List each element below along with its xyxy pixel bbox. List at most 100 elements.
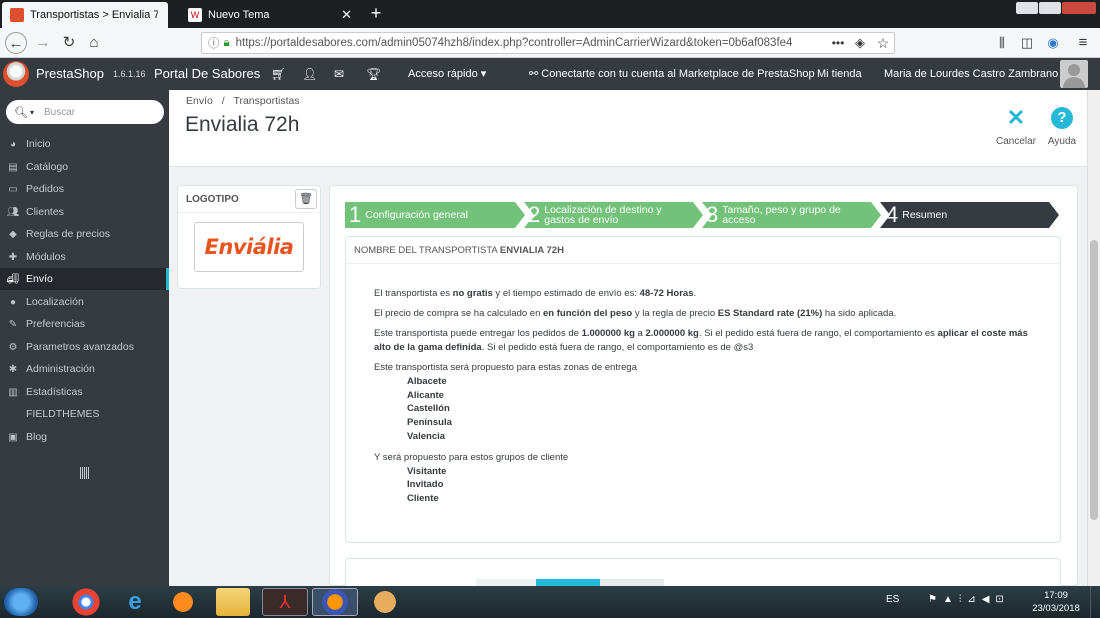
delete-logo-button[interactable]: 🗑︎ — [295, 189, 317, 209]
tag-icon: ◆ — [9, 228, 17, 240]
brand-name: PrestaShop — [36, 66, 104, 81]
reload-icon[interactable]: ↻ — [58, 32, 80, 54]
cogs-icon: ⚙ — [8, 341, 18, 353]
ie-taskbar-icon[interactable]: e — [115, 588, 155, 616]
prestashop-favicon-icon — [10, 8, 24, 22]
sidebar-item-modulos[interactable]: ✚ Módulos — [0, 246, 169, 268]
user-icon[interactable]: 👤︎ — [302, 58, 317, 90]
sidebar-item-preferencias[interactable]: ✎ Preferencias — [0, 313, 169, 335]
sidebar-item-pedidos[interactable]: ▭ Pedidos — [0, 178, 169, 200]
list-item: Península — [407, 417, 452, 429]
step-label: Resumen — [902, 209, 948, 221]
sidebar-item-localizacion[interactable]: ● Localización — [0, 291, 169, 313]
tray-icons[interactable]: ⚑▲⫶⊿◀︎⊡ — [928, 594, 1010, 605]
paint-taskbar-icon[interactable] — [362, 588, 408, 616]
trophy-icon[interactable]: 🏆︎ — [366, 58, 381, 90]
extension-icon[interactable]: ◉ — [1042, 32, 1064, 54]
sidebar-item-label: Módulos — [26, 251, 66, 263]
sidebar-toggle-icon[interactable]: ◫ — [1016, 32, 1038, 54]
sidebar-item-catalogo[interactable]: ▤ Catálogo — [0, 156, 169, 178]
clock[interactable]: 17:09 23/03/2018 — [1030, 589, 1082, 615]
clock-time: 17:09 — [1044, 590, 1068, 601]
list-item: Invitado — [407, 479, 444, 491]
media-player-taskbar-icon[interactable] — [163, 588, 203, 616]
trash-icon: 🗑︎ — [299, 193, 313, 205]
forward-icon[interactable]: → — [32, 32, 54, 54]
groups-list: Visitante Invitado Cliente — [374, 465, 1034, 506]
restore-window-button[interactable] — [1039, 2, 1061, 14]
browser-tab[interactable]: W Nuevo Tema ✕ — [180, 2, 360, 28]
browser-tab-active[interactable]: Transportistas > Envialia 72h • [ — [2, 2, 168, 28]
new-tab-button[interactable]: + — [366, 2, 386, 26]
sidebar-item-reglas[interactable]: ◆ Reglas de precios — [0, 223, 169, 245]
bookmark-star-icon[interactable]: ☆ — [872, 32, 894, 54]
blog-icon: ▣ — [8, 431, 18, 443]
search-icon: 🔍︎ — [14, 106, 28, 119]
home-icon[interactable]: ⌂ — [83, 32, 105, 54]
language-indicator[interactable]: ES — [886, 594, 899, 605]
firefox-taskbar-icon[interactable] — [312, 588, 358, 616]
folder-taskbar-icon[interactable] — [216, 588, 250, 616]
collapse-sidebar-icon[interactable] — [80, 467, 89, 479]
minimize-window-button[interactable] — [1016, 2, 1038, 14]
page-title: Envialia 72h — [185, 113, 300, 136]
sidebar-item-parametros[interactable]: ⚙ Parametros avanzados — [0, 336, 169, 358]
user-menu[interactable]: Maria de Lourdes Castro Zambrano ▾ — [884, 58, 1067, 90]
envelope-icon[interactable]: ✉ — [334, 58, 344, 90]
wrench-icon: ✎ — [8, 318, 18, 330]
chrome-taskbar-icon[interactable] — [66, 588, 106, 616]
tab-title: Nuevo Tema — [208, 9, 270, 21]
sidebar-item-label: Catálogo — [26, 161, 69, 173]
page-actions-icon[interactable]: ••• — [827, 32, 849, 54]
footer-panel — [345, 558, 1061, 587]
sidebar-item-label: Inicio — [26, 138, 51, 150]
sidebar-item-blog[interactable]: ▣ Blog — [0, 426, 169, 448]
sidebar-item-administracion[interactable]: ✱ Administración — [0, 358, 169, 380]
step-label: Tamaño, peso y grupo de acceso — [722, 204, 841, 226]
menu-icon[interactable]: ≡ — [1072, 32, 1094, 54]
shop-name[interactable]: Portal De Sabores — [154, 58, 260, 90]
zones-list: Albacete Alicante Castellón Península Va… — [374, 375, 1034, 444]
list-item: Visitante — [407, 465, 447, 477]
gear-icon: ✱ — [8, 363, 18, 375]
scrollbar-thumb[interactable] — [1090, 240, 1098, 520]
help-button[interactable]: ? Ayuda — [1045, 106, 1079, 147]
page-scrollbar[interactable] — [1087, 90, 1100, 586]
logo-panel-heading: LOGOTIPO — [186, 194, 239, 205]
close-tab-icon[interactable]: ✕ — [341, 7, 352, 23]
breadcrumb-item[interactable]: Envío — [186, 95, 213, 107]
url-text: https://portaldesabores.com/admin05074hz… — [235, 37, 793, 49]
start-button[interactable] — [4, 588, 38, 616]
back-icon[interactable]: ← — [5, 32, 27, 54]
close-window-button[interactable] — [1062, 2, 1096, 14]
cart-icon[interactable]: 🛒︎ — [271, 58, 286, 90]
step-4[interactable]: 4 Resumen — [886, 202, 1036, 228]
step-3[interactable]: 3 Tamaño, peso y grupo de acceso — [706, 202, 856, 228]
step-2[interactable]: 2 Localización de destino y gastos de env… — [528, 202, 678, 228]
address-bar[interactable]: ⓘ 🔒︎ https://portaldesabores.com/admin05… — [201, 32, 895, 54]
sidebar-item-label: Parametros avanzados — [26, 341, 134, 353]
list-item: Castellón — [407, 403, 450, 415]
sidebar-item-estadisticas[interactable]: ▥ Estadísticas — [0, 381, 169, 403]
breadcrumb-item[interactable]: Transportistas — [233, 95, 299, 107]
my-shop-link[interactable]: Mi tienda — [817, 58, 862, 90]
acrobat-taskbar-icon[interactable]: ⅄ — [262, 588, 308, 616]
sidebar-item-envio[interactable]: 🚚︎ Envío — [0, 268, 169, 290]
sidebar-item-inicio[interactable]: ◕ Inicio — [0, 133, 169, 155]
tab-title: Transportistas > Envialia 72h • [ — [30, 9, 158, 21]
quick-access-dropdown[interactable]: Acceso rápido ▾ — [408, 58, 486, 90]
library-icon[interactable]: ⫼ — [991, 32, 1013, 54]
marketplace-link[interactable]: ⚯ Conectarte con tu cuenta al Marketplac… — [529, 58, 815, 90]
avatar[interactable] — [1060, 60, 1088, 88]
pocket-icon[interactable]: ◈ — [849, 32, 871, 54]
summary-heading: NOMBRE DEL TRANSPORTISTA ENVIALIA 72H — [354, 245, 564, 256]
cancel-button[interactable]: ✕ Cancelar — [992, 106, 1040, 148]
step-1[interactable]: 1 Configuración general — [349, 202, 509, 228]
sidebar-item-clientes[interactable]: 👥︎ Clientes — [0, 201, 169, 223]
carrier-logo: Enviália — [194, 222, 304, 272]
sidebar-item-fieldthemes[interactable]: FIELDTHEMES — [0, 403, 169, 425]
sidebar-item-label: Preferencias — [26, 318, 85, 330]
carrier-logo-text: Enviália — [204, 235, 294, 259]
show-desktop-button[interactable] — [1090, 586, 1100, 618]
search-input[interactable]: 🔍︎ ▾ Buscar — [6, 100, 164, 124]
